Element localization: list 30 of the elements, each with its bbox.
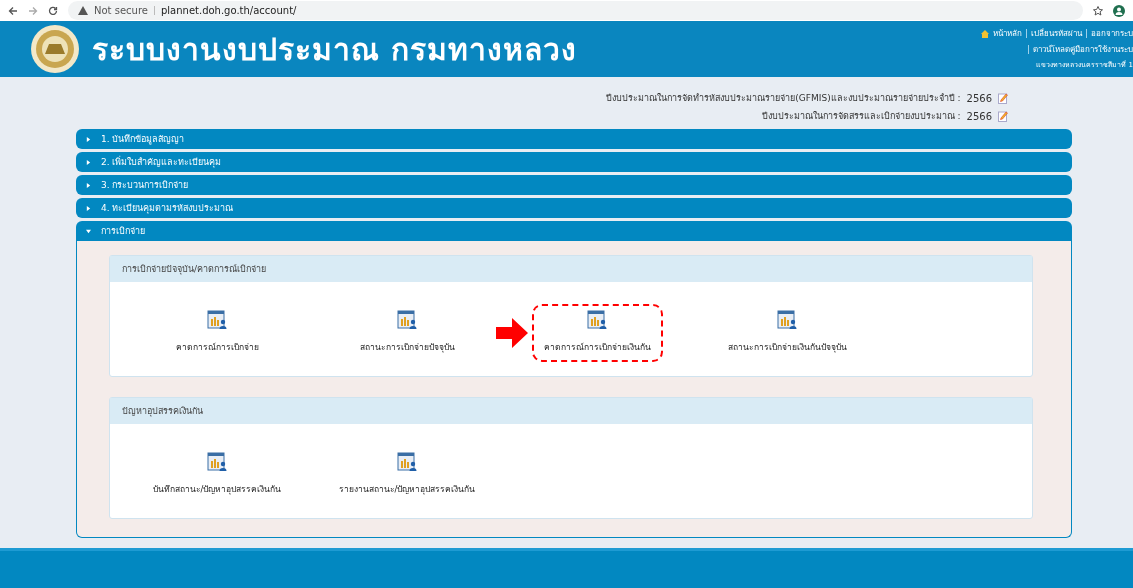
- site-title: ระบบงานงบประมาณ กรมทางหลวง: [92, 30, 578, 69]
- budget-year-value: 2566: [966, 92, 992, 104]
- menu-link[interactable]: สถานะการเบิกจ่ายปัจจุบัน: [359, 340, 455, 355]
- menu-tile[interactable]: สถานะการเบิกจ่ายปัจจุบัน: [347, 304, 467, 363]
- address-bar[interactable]: Not secure plannet.doh.go.th/account/: [68, 1, 1083, 21]
- header-link[interactable]: หน้าหลัก: [993, 27, 1022, 41]
- url-text: plannet.doh.go.th/account/: [160, 5, 297, 17]
- menu-tile[interactable]: คาดการณ์การเบิกจ่าย: [163, 304, 271, 363]
- menu-tile[interactable]: สถานะการเบิกจ่ายเงินกันปัจจุบัน: [715, 304, 859, 363]
- accordion-header[interactable]: 2. เพิ่มใบสำคัญและทะเบียนคุม: [76, 152, 1072, 173]
- menu-link[interactable]: รายงานสถานะ/ปัญหาอุปสรรคเงินกัน: [338, 482, 476, 497]
- header-link[interactable]: ออกจากระบ: [1091, 27, 1133, 41]
- budget-year-label: ปีงบประมาณในการจัดสรรและเบิกจ่ายงบประมาณ :: [761, 110, 961, 124]
- security-label: Not secure: [94, 5, 148, 17]
- accordion-header[interactable]: การเบิกจ่าย: [76, 221, 1072, 242]
- menu-tile[interactable]: รายงานสถานะ/ปัญหาอุปสรรคเงินกัน: [326, 446, 488, 505]
- menu-tile[interactable]: บันทึกสถานะ/ปัญหาอุปสรรคเงินกัน: [140, 446, 294, 505]
- section-title: ปัญหาอุปสรรคเงินกัน: [110, 398, 1032, 425]
- budget-year-label: ปีงบประมาณในการจัดทำรหัสงบประมาณรายจ่าย(GFMIS)และงบประมาณรายจ่ายประจำปี :: [606, 92, 961, 106]
- manual-download-link[interactable]: ดาวน์โหลดคู่มือการใช้งานระบ: [1033, 43, 1133, 57]
- header-link[interactable]: เปลี่ยนรหัสผ่าน: [1031, 27, 1082, 41]
- menu-link[interactable]: บันทึกสถานะ/ปัญหาอุปสรรคเงินกัน: [152, 482, 282, 497]
- section-title: การเบิกจ่ายปัจจุบัน/คาดการณ์เบิกจ่าย: [110, 256, 1032, 283]
- accordion-header[interactable]: 3. กระบวนการเบิกจ่าย: [76, 175, 1072, 196]
- menu-link[interactable]: คาดการณ์การเบิกจ่าย: [175, 340, 259, 355]
- budget-year-value: 2566: [966, 110, 992, 122]
- menu-link[interactable]: คาดการณ์การเบิกจ่ายเงินกัน: [543, 340, 651, 355]
- accordion-header[interactable]: 1. บันทึกข้อมูลสัญญา: [76, 129, 1072, 150]
- accordion-header[interactable]: 4. ทะเบียนคุมตามรหัสงบประมาณ: [76, 198, 1072, 219]
- menu-link[interactable]: สถานะการเบิกจ่ายเงินกันปัจจุบัน: [727, 340, 847, 355]
